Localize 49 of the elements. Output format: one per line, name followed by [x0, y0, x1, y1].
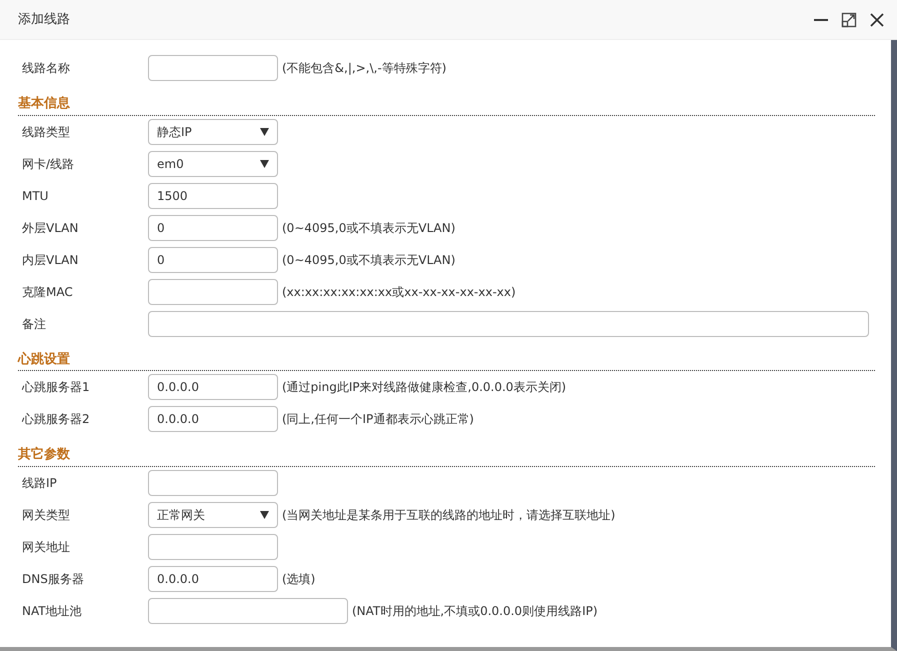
input-field[interactable] — [148, 598, 348, 624]
input-field[interactable] — [148, 534, 278, 560]
input-field[interactable] — [148, 310, 869, 336]
hint-text: (不能包含&,|,>,\,-等特殊字符) — [282, 60, 446, 77]
caret-icon — [260, 160, 269, 168]
field-label: DNS服务器 — [21, 570, 85, 588]
field-label: 网关地址 — [21, 538, 71, 556]
input-field[interactable]: 0 — [148, 246, 278, 272]
field-label: MTU — [21, 188, 50, 204]
field-label: 心跳服务器1 — [21, 379, 91, 396]
input-field[interactable] — [148, 470, 278, 496]
input-field[interactable] — [148, 278, 278, 304]
section-title: 其它参数 — [18, 445, 875, 466]
select-field[interactable]: 静态IP — [148, 118, 278, 144]
field-label: 心跳服务器2 — [21, 411, 91, 428]
hint-text: (0~4095,0或不填表示无VLAN) — [282, 252, 456, 268]
field-label: 克隆MAC — [21, 284, 74, 300]
close-icon — [869, 12, 885, 28]
hint-text: (NAT时用的地址,不填或0.0.0.0则使用线路IP) — [352, 602, 598, 620]
field-label: 线路IP — [21, 474, 58, 492]
input-field[interactable]: 0.0.0.0 — [148, 406, 278, 432]
hint-text: (0~4095,0或不填表示无VLAN) — [282, 220, 456, 236]
input-field[interactable]: 0.0.0.0 — [148, 566, 278, 592]
field-label: 线路类型 — [21, 124, 71, 140]
input-field[interactable]: 0 — [148, 214, 278, 240]
window-title: 添加线路 — [18, 10, 70, 29]
maximize-icon — [841, 12, 857, 28]
field-label: NAT地址池 — [21, 602, 83, 620]
hint-text: (通过ping此IP来对线路做健康检查,0.0.0.0表示关闭) — [282, 379, 566, 396]
input-field[interactable]: 1500 — [148, 182, 278, 208]
caret-icon — [260, 510, 269, 518]
field-label: 线路名称 — [21, 60, 71, 77]
hint-text: (当网关地址是某条用于互联的线路的地址时，请选择互联地址) — [282, 506, 616, 524]
field-label: 备注 — [21, 316, 47, 332]
field-label: 外层VLAN — [21, 220, 80, 236]
hint-text: (xx:xx:xx:xx:xx:xx或xx-xx-xx-xx-xx-xx) — [282, 284, 516, 300]
section-title: 基本信息 — [18, 94, 875, 116]
hint-text: (选填) — [282, 570, 316, 588]
minimize-icon — [813, 18, 829, 20]
input-field[interactable] — [148, 55, 278, 81]
field-label: 内层VLAN — [21, 252, 80, 268]
field-label: 网卡/线路 — [21, 156, 76, 172]
select-field[interactable]: em0 — [148, 150, 278, 176]
caret-icon — [260, 128, 269, 136]
section-title: 心跳设置 — [18, 350, 875, 371]
input-field[interactable]: 0.0.0.0 — [148, 374, 278, 400]
hint-text: (同上,任何一个IP通都表示心跳正常) — [282, 411, 474, 428]
select-field[interactable]: 正常网关 — [148, 502, 278, 528]
field-label: 网关类型 — [21, 506, 71, 524]
